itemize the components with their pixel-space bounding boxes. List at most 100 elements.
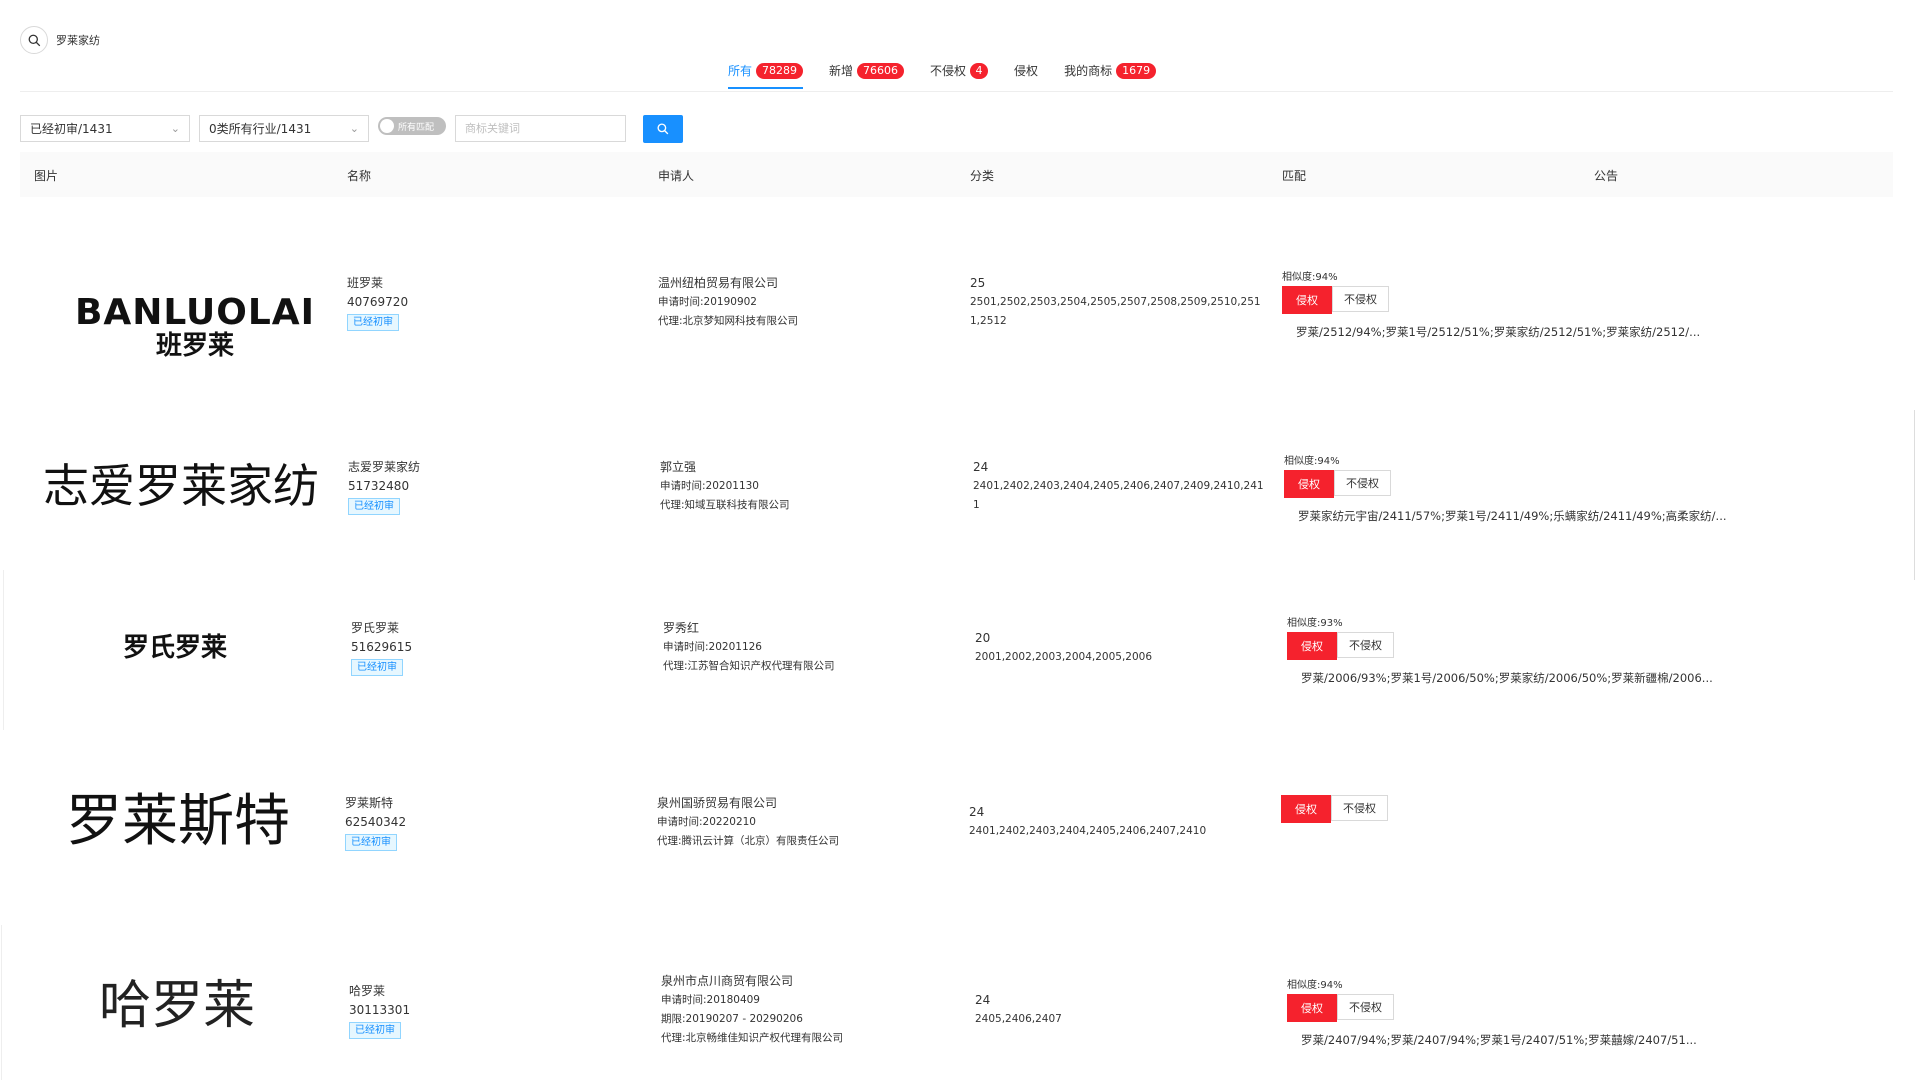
applicant-cell: 温州纽柏贸易有限公司 申请时间:20190902 代理:北京梦知网科技有限公司: [658, 274, 798, 331]
count-badge: 4: [970, 62, 989, 79]
tab-infringe[interactable]: 侵权: [1014, 62, 1038, 87]
registration-number: 40769720: [347, 295, 409, 309]
trademark-logo: 罗氏罗莱: [100, 628, 250, 668]
tab-not-infringe[interactable]: 不侵权 4: [930, 62, 989, 87]
class-codes: 2001,2002,2003,2004,2005,2006: [975, 651, 1153, 663]
column-header-class: 分类: [970, 169, 995, 183]
industry-select[interactable]: 0类所有行业/1431 ⌄: [199, 115, 369, 142]
scrollbar-edge: [1914, 410, 1915, 580]
logo-text: 罗莱斯特: [66, 789, 290, 854]
class-cell: 24 2401,2402,2403,2404,2405,2406,2407,24…: [969, 803, 1264, 841]
apply-date: 申请时间:20220210: [657, 816, 756, 828]
not-infringe-button[interactable]: 不侵权: [1337, 994, 1394, 1020]
not-infringe-button[interactable]: 不侵权: [1331, 795, 1388, 821]
search-button[interactable]: [643, 115, 683, 143]
match-all-toggle[interactable]: 所有匹配: [378, 117, 446, 135]
toggle-knob: [380, 119, 394, 133]
search-icon[interactable]: [20, 26, 48, 54]
trademark-name-cell: 志爱罗莱家纺 51732480 已经初审: [348, 458, 420, 515]
logo-text: 志爱罗莱家纺: [43, 459, 319, 513]
row-edge: [3, 570, 4, 730]
match-cell: 相似度:94% 侵权 不侵权 罗莱家纺元宇宙/2411/57%;罗莱1号/241…: [1284, 452, 1727, 524]
tab-label: 不侵权: [930, 64, 967, 78]
status-badge: 已经初审: [345, 834, 397, 851]
logo-subtext: 班罗莱: [155, 330, 234, 361]
trademark-name-cell: 罗莱斯特 62540342 已经初审: [345, 794, 406, 851]
column-header-applicant: 申请人: [658, 169, 695, 183]
search-icon: [657, 123, 669, 135]
infringe-toggle-group: 侵权 不侵权: [1284, 470, 1727, 498]
infringe-button[interactable]: 侵权: [1287, 632, 1337, 660]
chevron-down-icon: ⌄: [170, 122, 180, 135]
trademark-logo: 哈罗莱: [92, 975, 262, 1037]
tab-new[interactable]: 新增 76606: [829, 62, 905, 87]
infringe-button[interactable]: 侵权: [1287, 994, 1337, 1022]
status-badge: 已经初审: [347, 314, 399, 331]
count-badge: 1679: [1116, 62, 1157, 79]
logo-text: 哈罗莱: [98, 976, 255, 1036]
tab-label: 新增: [829, 64, 854, 78]
tab-all[interactable]: 所有 78289: [728, 62, 804, 89]
apply-date: 申请时间:20190902: [658, 296, 757, 308]
keyword-input[interactable]: [455, 115, 626, 142]
infringe-toggle-group: 侵权 不侵权: [1281, 795, 1388, 823]
count-badge: 78289: [756, 62, 804, 79]
infringe-button[interactable]: 侵权: [1282, 286, 1332, 314]
applicant-cell: 泉州市点川商贸有限公司 申请时间:20180409 期限:20190207 - …: [661, 972, 843, 1048]
trademark-name-cell: 罗氏罗莱 51629615 已经初审: [351, 619, 412, 676]
agent: 代理:北京梦知网科技有限公司: [658, 315, 799, 327]
similarity-label: 相似度:94%: [1282, 272, 1338, 283]
match-cell: 相似度:93% 侵权 不侵权 罗莱/2006/93%;罗莱1号/2006/50%…: [1287, 614, 1713, 686]
infringe-button[interactable]: 侵权: [1281, 795, 1331, 823]
class-cell: 24 2401,2402,2403,2404,2405,2406,2407,24…: [973, 458, 1268, 515]
trademark-name: 罗莱斯特: [345, 796, 394, 810]
applicant-cell: 罗秀红 申请时间:20201126 代理:江苏智合知识产权代理有限公司: [663, 619, 835, 676]
not-infringe-button[interactable]: 不侵权: [1337, 632, 1394, 658]
class-cell: 24 2405,2406,2407: [975, 991, 1270, 1029]
applicant-name: 温州纽柏贸易有限公司: [658, 276, 779, 290]
trademark-name-cell: 哈罗莱 30113301 已经初审: [349, 982, 410, 1039]
column-header-match: 匹配: [1282, 169, 1307, 183]
similarity-label: 相似度:94%: [1284, 456, 1340, 467]
row-edge: [1, 925, 2, 1080]
period: 期限:20190207 - 20290206: [661, 1013, 803, 1025]
match-list: 罗莱/2006/93%;罗莱1号/2006/50%;罗莱家纺/2006/50%;…: [1301, 671, 1713, 685]
table-header: 图片 名称 申请人 分类 匹配 公告: [20, 152, 1893, 197]
chevron-down-icon: ⌄: [349, 122, 359, 135]
industry-select-value: 0类所有行业/1431: [209, 122, 312, 136]
class-cell: 25 2501,2502,2503,2504,2505,2507,2508,25…: [970, 274, 1265, 331]
class-number: 20: [975, 631, 991, 645]
search-query: 罗莱家纺: [56, 34, 100, 47]
agent: 代理:江苏智合知识产权代理有限公司: [663, 660, 835, 672]
match-list: 罗莱/2512/94%;罗莱1号/2512/51%;罗莱家纺/2512/51%;…: [1296, 325, 1701, 339]
infringe-toggle-group: 侵权 不侵权: [1287, 994, 1697, 1022]
trademark-name: 班罗莱: [347, 276, 384, 290]
not-infringe-button[interactable]: 不侵权: [1334, 470, 1391, 496]
status-select[interactable]: 已经初审/1431 ⌄: [20, 115, 190, 142]
applicant-cell: 泉州国骄贸易有限公司 申请时间:20220210 代理:腾讯云计算（北京）有限责…: [657, 794, 839, 851]
infringe-button[interactable]: 侵权: [1284, 470, 1334, 498]
tab-label: 侵权: [1014, 64, 1039, 78]
top-search[interactable]: 罗莱家纺: [20, 26, 100, 54]
agent: 代理:腾讯云计算（北京）有限责任公司: [657, 835, 840, 847]
apply-date: 申请时间:20180409: [661, 994, 760, 1006]
status-select-value: 已经初审/1431: [30, 122, 113, 136]
trademark-name-cell: 班罗莱 40769720 已经初审: [347, 274, 408, 331]
class-codes: 2405,2406,2407: [975, 1013, 1062, 1025]
count-badge: 76606: [857, 62, 905, 79]
not-infringe-button[interactable]: 不侵权: [1332, 286, 1389, 312]
logo-text: 罗氏罗莱: [122, 633, 227, 663]
match-list: 罗莱家纺元宇宙/2411/57%;罗莱1号/2411/49%;乐螨家纺/2411…: [1298, 509, 1727, 523]
trademark-logo: BANLUOLAI 班罗莱: [75, 290, 314, 365]
tab-label: 所有: [728, 64, 753, 78]
class-number: 25: [970, 276, 986, 290]
applicant-name: 郭立强: [660, 460, 697, 474]
infringe-toggle-group: 侵权 不侵权: [1287, 632, 1713, 660]
column-header-name: 名称: [347, 169, 372, 183]
trademark-logo: 罗莱斯特: [58, 790, 298, 854]
applicant-cell: 郭立强 申请时间:20201130 代理:知域互联科技有限公司: [660, 458, 790, 515]
match-list: 罗莱/2407/94%;罗莱/2407/94%;罗莱1号/2407/51%;罗莱…: [1301, 1033, 1697, 1047]
applicant-name: 罗秀红: [663, 621, 700, 635]
tab-my-trademarks[interactable]: 我的商标 1679: [1064, 62, 1157, 87]
toggle-label: 所有匹配: [398, 122, 435, 133]
